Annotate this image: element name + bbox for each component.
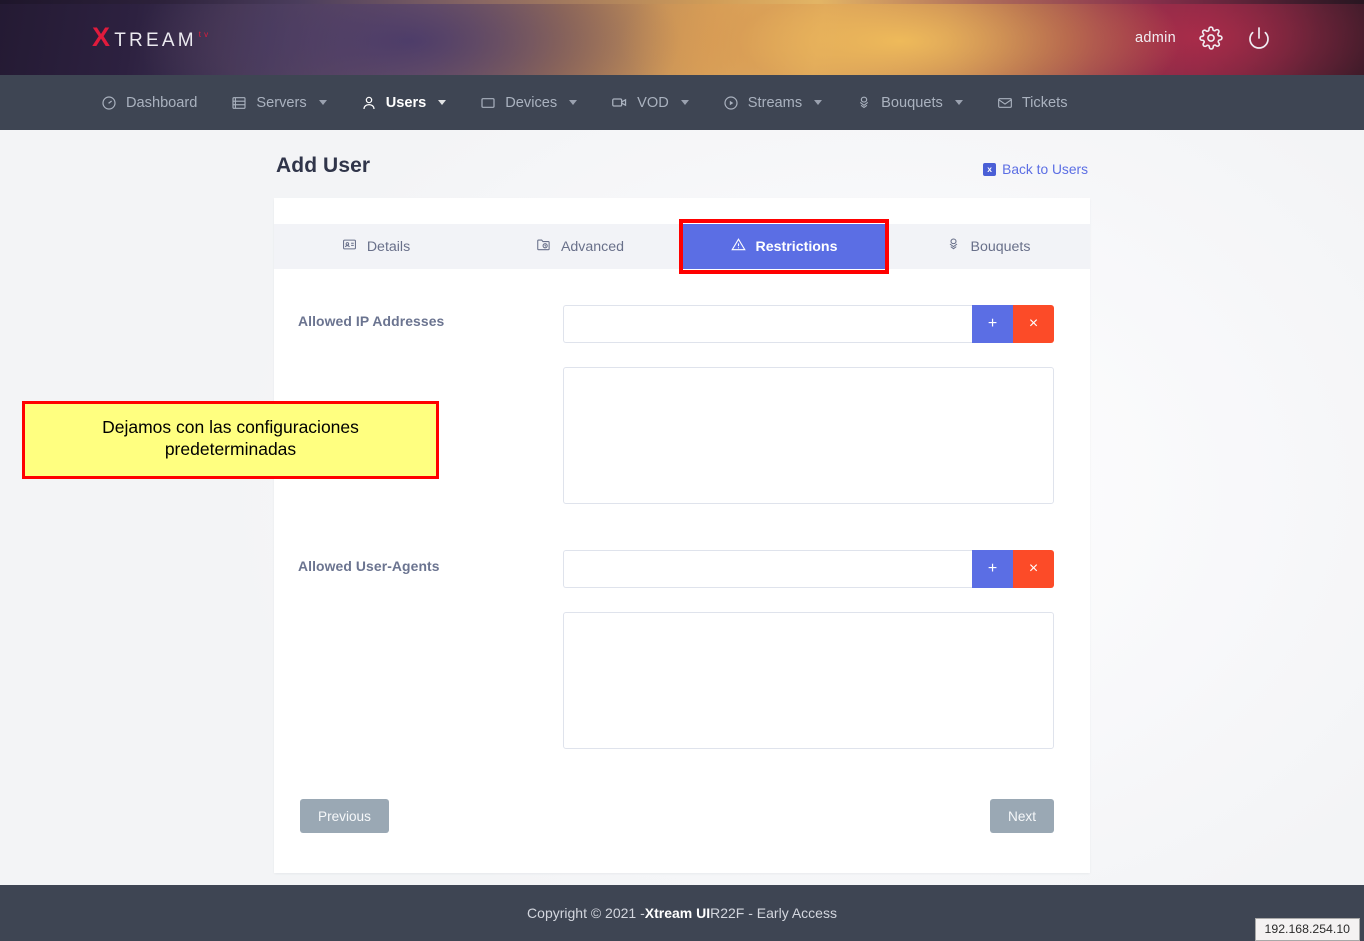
folder-clock-icon [536,237,551,256]
nav-label-servers: Servers [256,94,307,111]
xtream-logo[interactable]: X TREAM tv [92,24,211,51]
allowed-ip-control: + × [563,305,1054,504]
server-icon [231,95,247,111]
form-row-gap [298,504,1054,550]
footer-product-name: Xtream UI [644,905,711,921]
nav-label-dashboard: Dashboard [126,94,198,111]
dashboard-icon [101,95,117,111]
next-button[interactable]: Next [990,799,1054,833]
id-card-icon [342,237,357,256]
chevron-down-icon [438,100,447,105]
allowed-ip-list[interactable] [563,367,1054,504]
chevron-down-icon [680,100,689,105]
bouquet-icon [856,95,872,111]
wizard-tabs: Details Advanced Restrictions Bouquets [274,219,1090,274]
allowed-ip-remove-button[interactable]: × [1013,305,1054,343]
add-user-card: Details Advanced Restrictions Bouquets A… [274,198,1090,873]
allowed-ip-label: Allowed IP Addresses [298,313,445,329]
logo-x-letter: X [92,22,114,52]
nav-label-bouquets: Bouquets [881,94,943,111]
back-link-label: Back to Users [1002,161,1088,177]
main-navigation: Dashboard Servers Users Devices VOD Stre… [0,75,1364,139]
tab-restrictions[interactable]: Restrictions [679,219,889,274]
mail-icon [997,95,1013,111]
allowed-user-agents-remove-button[interactable]: × [1013,550,1054,588]
video-icon [611,94,628,111]
allowed-user-agents-input[interactable] [563,550,972,588]
play-circle-icon [723,95,739,111]
warning-triangle-icon [730,237,746,256]
tab-advanced[interactable]: Advanced [478,224,682,269]
nav-label-users: Users [385,94,427,111]
nav-label-streams: Streams [747,94,803,111]
tab-bouquets[interactable]: Bouquets [886,224,1090,269]
brand-header: X TREAM tv admin [0,0,1364,75]
allowed-user-agents-add-button[interactable]: + [972,550,1013,588]
chevron-down-icon [814,100,823,105]
allowed-user-agents-label: Allowed User-Agents [298,558,440,574]
previous-button[interactable]: Previous [300,799,389,833]
footer-copyright-prefix: Copyright © 2021 - [527,905,645,921]
status-bar-url: 192.168.254.10 [1254,918,1360,941]
nav-item-bouquets[interactable]: Bouquets [839,75,980,130]
chevron-down-icon [569,100,578,105]
back-to-users-link[interactable]: x Back to Users [983,162,1088,177]
nav-item-servers[interactable]: Servers [214,75,343,130]
allowed-user-agents-control: + × [563,550,1054,749]
allowed-ip-add-button[interactable]: + [972,305,1013,343]
tab-label-details: Details [366,238,411,255]
tab-label-advanced: Advanced [560,238,625,255]
page-footer: Copyright © 2021 - Xtream UI R22F - Earl… [0,885,1364,941]
page-header: Add User x Back to Users [274,154,1090,178]
allowed-ip-input-group: + × [563,305,1054,343]
nav-label-vod: VOD [637,94,669,111]
tab-details[interactable]: Details [274,224,478,269]
nav-item-devices[interactable]: Devices [463,75,594,130]
header-actions: admin [1135,0,1272,75]
chevron-down-icon [954,100,963,105]
wizard-actions: Previous Next [298,799,1054,833]
nav-item-dashboard[interactable]: Dashboard [84,75,214,130]
allowed-ip-input[interactable] [563,305,972,343]
nav-item-users[interactable]: Users [344,75,464,139]
nav-label-devices: Devices [505,94,558,111]
allowed-user-agents-list[interactable] [563,612,1054,749]
tab-label-bouquets: Bouquets [970,238,1031,255]
back-arrow-icon: x [983,162,997,176]
nav-item-tickets[interactable]: Tickets [980,75,1085,130]
annotation-callout: Dejamos con las configuraciones predeter… [22,401,439,479]
gear-icon[interactable] [1198,25,1224,51]
nav-item-streams[interactable]: Streams [706,75,839,130]
restrictions-form: Allowed IP Addresses + × Allowed User-Ag… [274,269,1090,873]
current-user-label: admin [1135,29,1176,46]
nav-item-vod[interactable]: VOD [594,75,706,130]
logo-wordmark: TREAM [114,30,197,51]
chevron-down-icon [318,100,327,105]
power-icon[interactable] [1246,25,1272,51]
page-content: Add User x Back to Users Details Advance… [274,130,1090,873]
card-top-spacer [274,198,1090,224]
page-body: Add User x Back to Users Details Advance… [0,130,1364,885]
footer-copyright-suffix: R22F - Early Access [710,905,837,921]
device-icon [480,95,496,111]
app-root: X TREAM tv admin Dashboard Servers Users… [0,0,1364,941]
allowed-user-agents-input-group: + × [563,550,1054,588]
allowed-user-agents-row: Allowed User-Agents + × [298,550,1054,749]
tab-label-restrictions: Restrictions [755,238,838,255]
logo-tm-mark: tv [198,30,212,39]
bouquet-icon [946,237,961,256]
user-icon [361,95,377,111]
page-title: Add User [276,154,371,177]
nav-label-tickets: Tickets [1021,94,1068,111]
